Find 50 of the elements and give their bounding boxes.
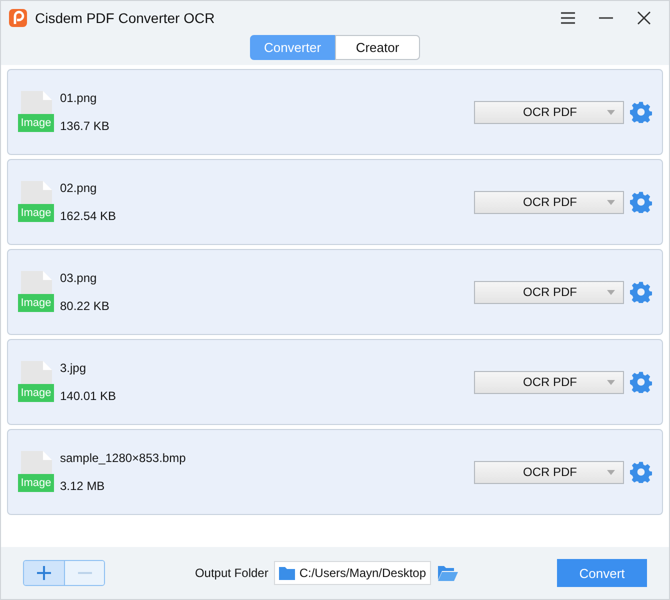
format-dropdown[interactable]: OCR PDF (474, 370, 624, 394)
minus-icon (78, 572, 92, 574)
file-name: 02.png (60, 181, 98, 195)
tab[interactable]: Creator (335, 35, 420, 60)
document-icon (21, 271, 52, 294)
gear-icon[interactable] (630, 281, 652, 303)
document-icon (21, 451, 52, 474)
dropdown-arrow-icon (607, 380, 615, 384)
folder-icon (279, 566, 296, 580)
file-name: 03.png (60, 271, 98, 285)
open-folder-icon[interactable] (437, 564, 460, 582)
dropdown-arrow-icon (607, 110, 615, 114)
file-card[interactable]: Image sample_1280×853.bmp 3.12 MB OCR PDF (7, 429, 663, 515)
file-name: sample_1280×853.bmp (60, 451, 187, 465)
file-type-label: Image (18, 384, 54, 402)
file-type-label: Image (18, 474, 54, 492)
format-dropdown[interactable]: OCR PDF (474, 190, 624, 214)
file-type-label: Image (18, 294, 54, 312)
file-card[interactable]: Image 3.jpg 140.01 KB OCR PDF (7, 339, 663, 425)
format-dropdown[interactable]: OCR PDF (474, 280, 624, 304)
app-logo-icon (9, 9, 27, 27)
document-icon (21, 181, 52, 204)
document-icon (21, 91, 52, 114)
gear-icon[interactable] (630, 371, 652, 393)
gear-icon[interactable] (630, 101, 652, 123)
output-path-field[interactable]: C:/Users/Mayn/Desktop (274, 561, 432, 585)
document-icon (21, 361, 52, 384)
file-name: 3.jpg (60, 361, 88, 375)
dropdown-arrow-icon (607, 470, 615, 474)
file-card[interactable]: Image 03.png 80.22 KB OCR PDF (7, 249, 663, 335)
format-dropdown[interactable]: OCR PDF (474, 100, 624, 124)
file-size: 3.12 MB (60, 479, 106, 493)
file-type-label: Image (18, 114, 54, 132)
file-size: 140.01 KB (60, 389, 118, 403)
file-card[interactable]: Image 02.png 162.54 KB OCR PDF (7, 159, 663, 245)
plus-icon (36, 565, 52, 581)
add-button[interactable] (24, 561, 64, 585)
file-size: 136.7 KB (60, 119, 110, 133)
file-type-label: Image (18, 204, 54, 222)
gear-icon[interactable] (630, 461, 652, 483)
format-dropdown[interactable]: OCR PDF (474, 460, 624, 484)
gear-icon[interactable] (630, 191, 652, 213)
window-title: Cisdem PDF Converter OCR (35, 10, 216, 26)
dropdown-arrow-icon (607, 290, 615, 294)
file-card[interactable]: Image 01.png 136.7 KB OCR PDF (7, 69, 663, 155)
file-size: 162.54 KB (60, 209, 118, 223)
file-size: 80.22 KB (60, 299, 110, 313)
dropdown-arrow-icon (607, 200, 615, 204)
file-name: 01.png (60, 91, 98, 105)
output-folder-label: Output Folder (194, 566, 268, 580)
